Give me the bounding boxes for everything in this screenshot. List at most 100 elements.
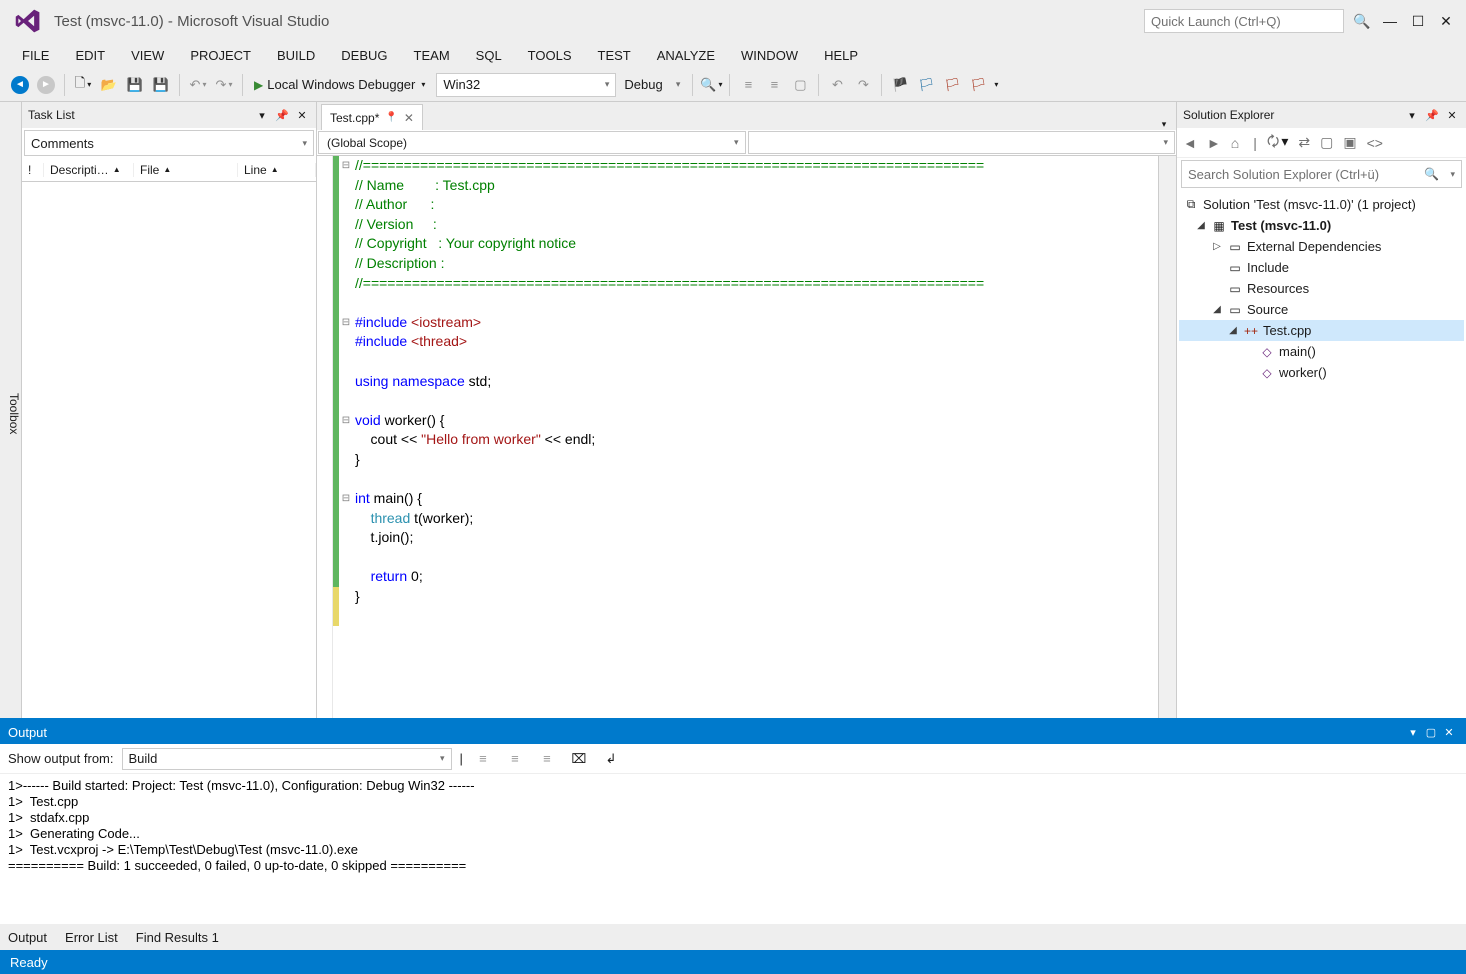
close-icon[interactable]: ✕ [294, 109, 310, 122]
dropdown-icon[interactable]: ▾ [1404, 109, 1420, 122]
menu-tools[interactable]: TOOLS [516, 45, 584, 66]
pin-icon[interactable]: 📍 [385, 112, 397, 123]
close-icon[interactable]: ✕ [1440, 726, 1458, 739]
open-file-button[interactable]: 📂 [97, 73, 121, 97]
tree-file-test-cpp[interactable]: ◢ ++ Test.cpp [1179, 320, 1464, 341]
menu-view[interactable]: VIEW [119, 45, 176, 66]
refresh-icon[interactable]: 🗘▾ [1267, 131, 1289, 155]
preview-icon[interactable]: ▣ [1343, 134, 1356, 151]
tree-project[interactable]: ◢ ▦ Test (msvc-11.0) [1179, 215, 1464, 236]
col-file[interactable]: File▲ [134, 163, 238, 177]
goto-prev-icon[interactable]: ≡ [471, 747, 495, 771]
indent-left-icon[interactable]: ≡ [503, 747, 527, 771]
pin-icon[interactable]: 📌 [274, 109, 290, 122]
toolbox-tab[interactable]: Toolbox [0, 102, 22, 718]
tree-include[interactable]: ▭ Include [1179, 257, 1464, 278]
chevron-down-icon[interactable]: ▾ [1450, 169, 1455, 180]
back-icon[interactable]: ◄ [1183, 135, 1197, 151]
nav-fwd-button[interactable]: ► [34, 73, 58, 97]
indent-right-icon[interactable]: ≡ [535, 747, 559, 771]
tree-fn-worker[interactable]: ◇ worker() [1179, 362, 1464, 383]
collapse-icon[interactable]: ◢ [1195, 220, 1207, 231]
tab-overflow-icon[interactable]: ▾ [1156, 119, 1172, 130]
code-editor[interactable]: ⊟ ⊟ ⊟ ⊟ //==============================… [317, 156, 1176, 718]
tree-solution-root[interactable]: ⧉ Solution 'Test (msvc-11.0)' (1 project… [1179, 194, 1464, 215]
file-tab-test-cpp[interactable]: Test.cpp* 📍 ✕ [321, 104, 423, 130]
folder-icon: ▭ [1227, 239, 1243, 255]
flag-3-icon[interactable]: 🏳 [940, 73, 964, 97]
find-button[interactable]: 🔍▾ [699, 73, 723, 97]
menu-test[interactable]: TEST [586, 45, 643, 66]
pin-icon[interactable]: 📌 [1424, 109, 1440, 122]
undo-button[interactable]: ↶▾ [186, 73, 210, 97]
flag-1-icon[interactable]: 🏴 [888, 73, 912, 97]
tree-external-deps[interactable]: ▷ ▭ External Dependencies [1179, 236, 1464, 257]
step-fwd-button[interactable]: ↷ [851, 73, 875, 97]
search-icon[interactable]: 🔍 [1348, 7, 1376, 35]
dropdown-icon[interactable]: ▾ [1404, 726, 1422, 739]
output-text[interactable]: 1>------ Build started: Project: Test (m… [0, 774, 1466, 924]
start-debugger-button[interactable]: ▶ Local Windows Debugger ▾ [249, 72, 434, 98]
dropdown-icon[interactable]: ▾ [254, 109, 270, 122]
save-button[interactable]: 💾 [123, 73, 147, 97]
tree-resources[interactable]: ▭ Resources [1179, 278, 1464, 299]
step-back-button[interactable]: ↶ [825, 73, 849, 97]
clear-icon[interactable]: ⌧ [567, 747, 591, 771]
menu-debug[interactable]: DEBUG [329, 45, 399, 66]
expand-icon[interactable]: ▷ [1211, 241, 1223, 252]
home-icon[interactable]: ⌂ [1231, 135, 1239, 151]
redo-button[interactable]: ↷▾ [212, 73, 236, 97]
menu-edit[interactable]: EDIT [63, 45, 117, 66]
solution-search-input[interactable]: Search Solution Explorer (Ctrl+ü) ▾ [1181, 160, 1462, 188]
fwd-icon[interactable]: ► [1207, 135, 1221, 151]
close-icon[interactable]: ✕ [404, 111, 414, 125]
close-icon[interactable]: ✕ [1432, 7, 1460, 35]
new-project-button[interactable]: 🗋▾ [71, 73, 95, 97]
sync-icon[interactable]: ⇄ [1298, 134, 1310, 151]
titlebar: Test (msvc-11.0) - Microsoft Visual Stud… [0, 0, 1466, 42]
save-all-button[interactable]: 💾 [149, 73, 173, 97]
menu-build[interactable]: BUILD [265, 45, 327, 66]
col-description[interactable]: Descripti…▲ [44, 163, 134, 177]
toolbar-overflow-icon[interactable]: ▾ [994, 80, 998, 89]
close-icon[interactable]: ✕ [1444, 109, 1460, 122]
flag-4-icon[interactable]: 🏳 [966, 73, 990, 97]
nav-back-button[interactable]: ◄ [8, 73, 32, 97]
col-line[interactable]: Line▲ [238, 163, 316, 177]
menu-team[interactable]: TEAM [402, 45, 462, 66]
minimize-icon[interactable]: ― [1376, 7, 1404, 35]
menu-file[interactable]: FILE [10, 45, 61, 66]
tree-source[interactable]: ◢ ▭ Source [1179, 299, 1464, 320]
tab-error-list[interactable]: Error List [65, 930, 118, 945]
tab-find-results[interactable]: Find Results 1 [136, 930, 219, 945]
tab-output[interactable]: Output [8, 930, 47, 945]
tree-fn-main[interactable]: ◇ main() [1179, 341, 1464, 362]
collapse-icon[interactable]: ◢ [1227, 325, 1239, 336]
collapse-icon[interactable]: ◢ [1211, 304, 1223, 315]
scope-combo[interactable]: (Global Scope) [318, 131, 746, 154]
properties-icon[interactable]: <> [1367, 135, 1383, 151]
col-priority[interactable]: ! [22, 163, 44, 177]
menu-analyze[interactable]: ANALYZE [645, 45, 727, 66]
comment-button[interactable]: ≡ [736, 73, 760, 97]
output-from-combo[interactable]: Build [122, 748, 452, 770]
menu-help[interactable]: HELP [812, 45, 870, 66]
fold-gutter[interactable]: ⊟ ⊟ ⊟ ⊟ [339, 156, 353, 718]
maximize-icon[interactable]: ☐ [1404, 7, 1432, 35]
flag-2-icon[interactable]: 🏳 [914, 73, 938, 97]
config-combo[interactable]: Debug [618, 73, 686, 97]
vertical-scrollbar[interactable] [1158, 156, 1176, 718]
maximize-icon[interactable]: ▢ [1422, 726, 1440, 739]
member-combo[interactable] [748, 131, 1176, 154]
bookmark-button[interactable]: ▢ [788, 73, 812, 97]
menu-project[interactable]: PROJECT [178, 45, 263, 66]
word-wrap-icon[interactable]: ↲ [599, 747, 623, 771]
menu-window[interactable]: WINDOW [729, 45, 810, 66]
menu-sql[interactable]: SQL [464, 45, 514, 66]
platform-combo[interactable]: Win32 [436, 73, 616, 97]
code-content[interactable]: //======================================… [353, 156, 1158, 718]
task-filter-combo[interactable]: Comments [24, 130, 314, 156]
show-all-icon[interactable]: ▢ [1320, 134, 1333, 151]
quick-launch-input[interactable]: Quick Launch (Ctrl+Q) [1144, 9, 1344, 33]
uncomment-button[interactable]: ≡ [762, 73, 786, 97]
